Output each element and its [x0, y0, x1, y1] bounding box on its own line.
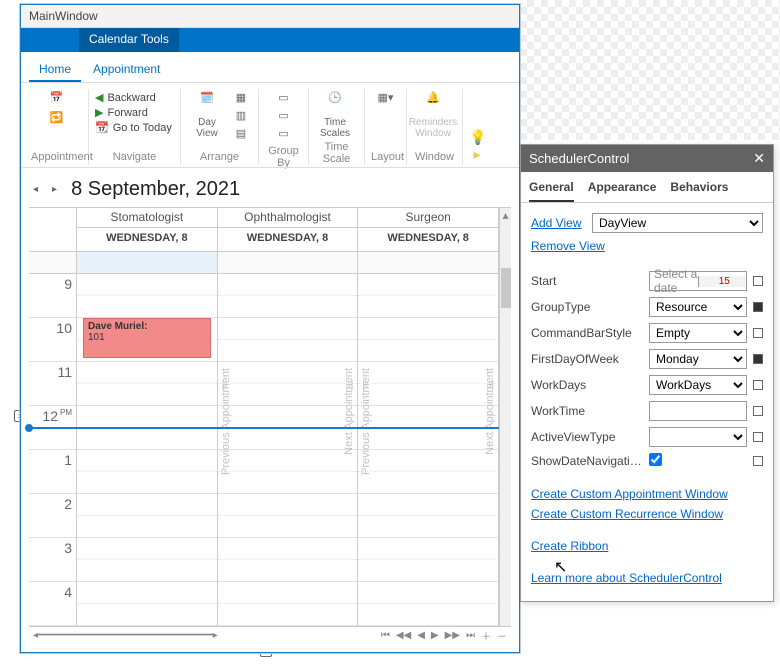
work-week-icon[interactable]: ▦	[233, 91, 249, 107]
prop-marker[interactable]	[753, 380, 763, 390]
panel-close-button[interactable]: ✕	[753, 150, 765, 167]
new-recurring-icon[interactable]: 🔁	[49, 111, 65, 127]
prop-marker[interactable]	[753, 302, 763, 312]
mouse-cursor-icon: ↖	[554, 557, 567, 577]
prop-marker[interactable]	[753, 432, 763, 442]
prop-label-showdatenavigation: ShowDateNavigatio...	[531, 454, 643, 468]
ribbon-group-appointment: Appointment	[31, 151, 82, 163]
current-time-indicator	[29, 427, 499, 429]
week-view-icon[interactable]: ▥	[233, 109, 249, 125]
ribbon-group-timescale: Time Scale	[315, 141, 358, 165]
calendar-date-title: 8 September, 2021	[71, 178, 240, 201]
start-date-input[interactable]: Select a date 15	[649, 271, 747, 291]
workdays-select[interactable]: WorkDays	[649, 375, 747, 395]
day-view-button[interactable]: 🗓️ Day View	[187, 91, 227, 139]
worktime-input[interactable]	[649, 401, 747, 421]
ribbon-group-navigate: Navigate	[95, 151, 174, 163]
window-title: MainWindow	[21, 5, 519, 28]
ribbon-group-window: Window	[413, 151, 456, 163]
previous-appointment-label[interactable]: Previous Appointment	[360, 368, 372, 475]
prop-marker[interactable]	[753, 354, 763, 364]
prop-label-worktime: WorkTime	[531, 404, 643, 418]
prop-label-commandbarstyle: CommandBarStyle	[531, 326, 643, 340]
calendar-next-button[interactable]: ▸	[52, 184, 61, 195]
ribbon-tab-home[interactable]: Home	[29, 58, 81, 82]
resource-header: Stomatologist	[77, 208, 217, 228]
layout-icon[interactable]: ▦▾	[378, 91, 394, 107]
panel-title: SchedulerControl	[529, 151, 629, 166]
resource-column-1[interactable]: Ophthalmologist WEDNESDAY, 8 |‹›| Previo…	[218, 208, 359, 626]
commandbarstyle-select[interactable]: Empty	[649, 323, 747, 343]
ribbon-group-arrange: Arrange	[187, 151, 252, 163]
prop-label-activeviewtype: ActiveViewType	[531, 430, 643, 444]
day-header: WEDNESDAY, 8	[358, 228, 498, 252]
reminders-window-button: 🔔 Reminders Window	[413, 91, 453, 139]
ribbon-group-layout: Layout	[371, 151, 400, 163]
remove-view-link[interactable]: Remove View	[531, 239, 605, 253]
smart-tag-bulb-icon[interactable]: 💡▸	[469, 129, 485, 163]
nav-backward-button[interactable]: ◀Backward	[95, 91, 156, 104]
showdatenavigation-checkbox[interactable]	[649, 453, 662, 466]
group-date-icon[interactable]: ▭	[276, 109, 292, 125]
ribbon-group-groupby: Group By	[265, 145, 302, 169]
group-none-icon[interactable]: ▭	[276, 91, 292, 107]
smart-tag-panel: SchedulerControl ✕ General Appearance Be…	[520, 144, 774, 602]
calendar-picker-icon[interactable]: 15	[698, 276, 747, 287]
resource-navigator[interactable]: ◂━━━━━━━━━━━━━━━━━━━━━━━━━━━━━▸ ⏮◀◀◀▶▶▶⏭…	[29, 626, 511, 644]
create-custom-recurrence-link[interactable]: Create Custom Recurrence Window	[531, 507, 723, 521]
panel-tab-behaviors[interactable]: Behaviors	[670, 180, 728, 202]
create-ribbon-link[interactable]: Create Ribbon	[531, 539, 608, 553]
nav-forward-button[interactable]: ▶Forward	[95, 106, 148, 119]
next-appointment-label[interactable]: Next Appointment	[484, 368, 496, 455]
firstdayofweek-select[interactable]: Monday	[649, 349, 747, 369]
day-header: WEDNESDAY, 8	[77, 228, 217, 252]
time-ruler: 9 10 11 12PM 1 2 3 4	[29, 208, 77, 626]
panel-tab-appearance[interactable]: Appearance	[588, 180, 657, 202]
grouptype-select[interactable]: Resource	[649, 297, 747, 317]
previous-appointment-label[interactable]: Previous Appointment	[220, 368, 232, 475]
prop-marker[interactable]	[753, 276, 763, 286]
nav-today-button[interactable]: 📆Go to Today	[95, 121, 172, 134]
resource-column-2[interactable]: Surgeon WEDNESDAY, 8 |‹›| Previous Appoi…	[358, 208, 499, 626]
calendar-prev-button[interactable]: ◂	[33, 184, 42, 195]
activeviewtype-select[interactable]	[649, 427, 747, 447]
prop-marker[interactable]	[753, 456, 763, 466]
month-view-icon[interactable]: ▤	[233, 127, 249, 143]
panel-tab-general[interactable]: General	[529, 180, 574, 202]
add-view-select[interactable]: DayView	[592, 213, 763, 233]
context-tab-calendar-tools[interactable]: Calendar Tools	[79, 28, 179, 52]
next-appointment-label[interactable]: Next Appointment	[343, 368, 355, 455]
prop-label-firstdayofweek: FirstDayOfWeek	[531, 352, 643, 366]
prop-label-grouptype: GroupType	[531, 300, 643, 314]
prop-marker[interactable]	[753, 406, 763, 416]
new-appointment-icon[interactable]: 📅	[49, 91, 65, 107]
prop-label-workdays: WorkDays	[531, 378, 643, 392]
main-window: MainWindow Calendar Tools Home Appointme…	[20, 4, 520, 653]
time-scales-button[interactable]: 🕒 Time Scales	[315, 91, 355, 139]
resource-column-0[interactable]: Stomatologist WEDNESDAY, 8 Dave Muriel: …	[77, 208, 218, 626]
group-resource-icon[interactable]: ▭	[276, 127, 292, 143]
prop-marker[interactable]	[753, 328, 763, 338]
resource-header: Ophthalmologist	[218, 208, 358, 228]
day-header: WEDNESDAY, 8	[218, 228, 358, 252]
add-view-link[interactable]: Add View	[531, 216, 586, 230]
create-custom-appointment-link[interactable]: Create Custom Appointment Window	[531, 487, 728, 501]
ribbon-tab-appointment[interactable]: Appointment	[83, 58, 170, 82]
resource-header: Surgeon	[358, 208, 498, 228]
prop-label-start: Start	[531, 274, 643, 288]
appointment-item[interactable]: Dave Muriel: 101	[83, 318, 211, 358]
vertical-scrollbar[interactable]: ▴	[499, 208, 511, 626]
